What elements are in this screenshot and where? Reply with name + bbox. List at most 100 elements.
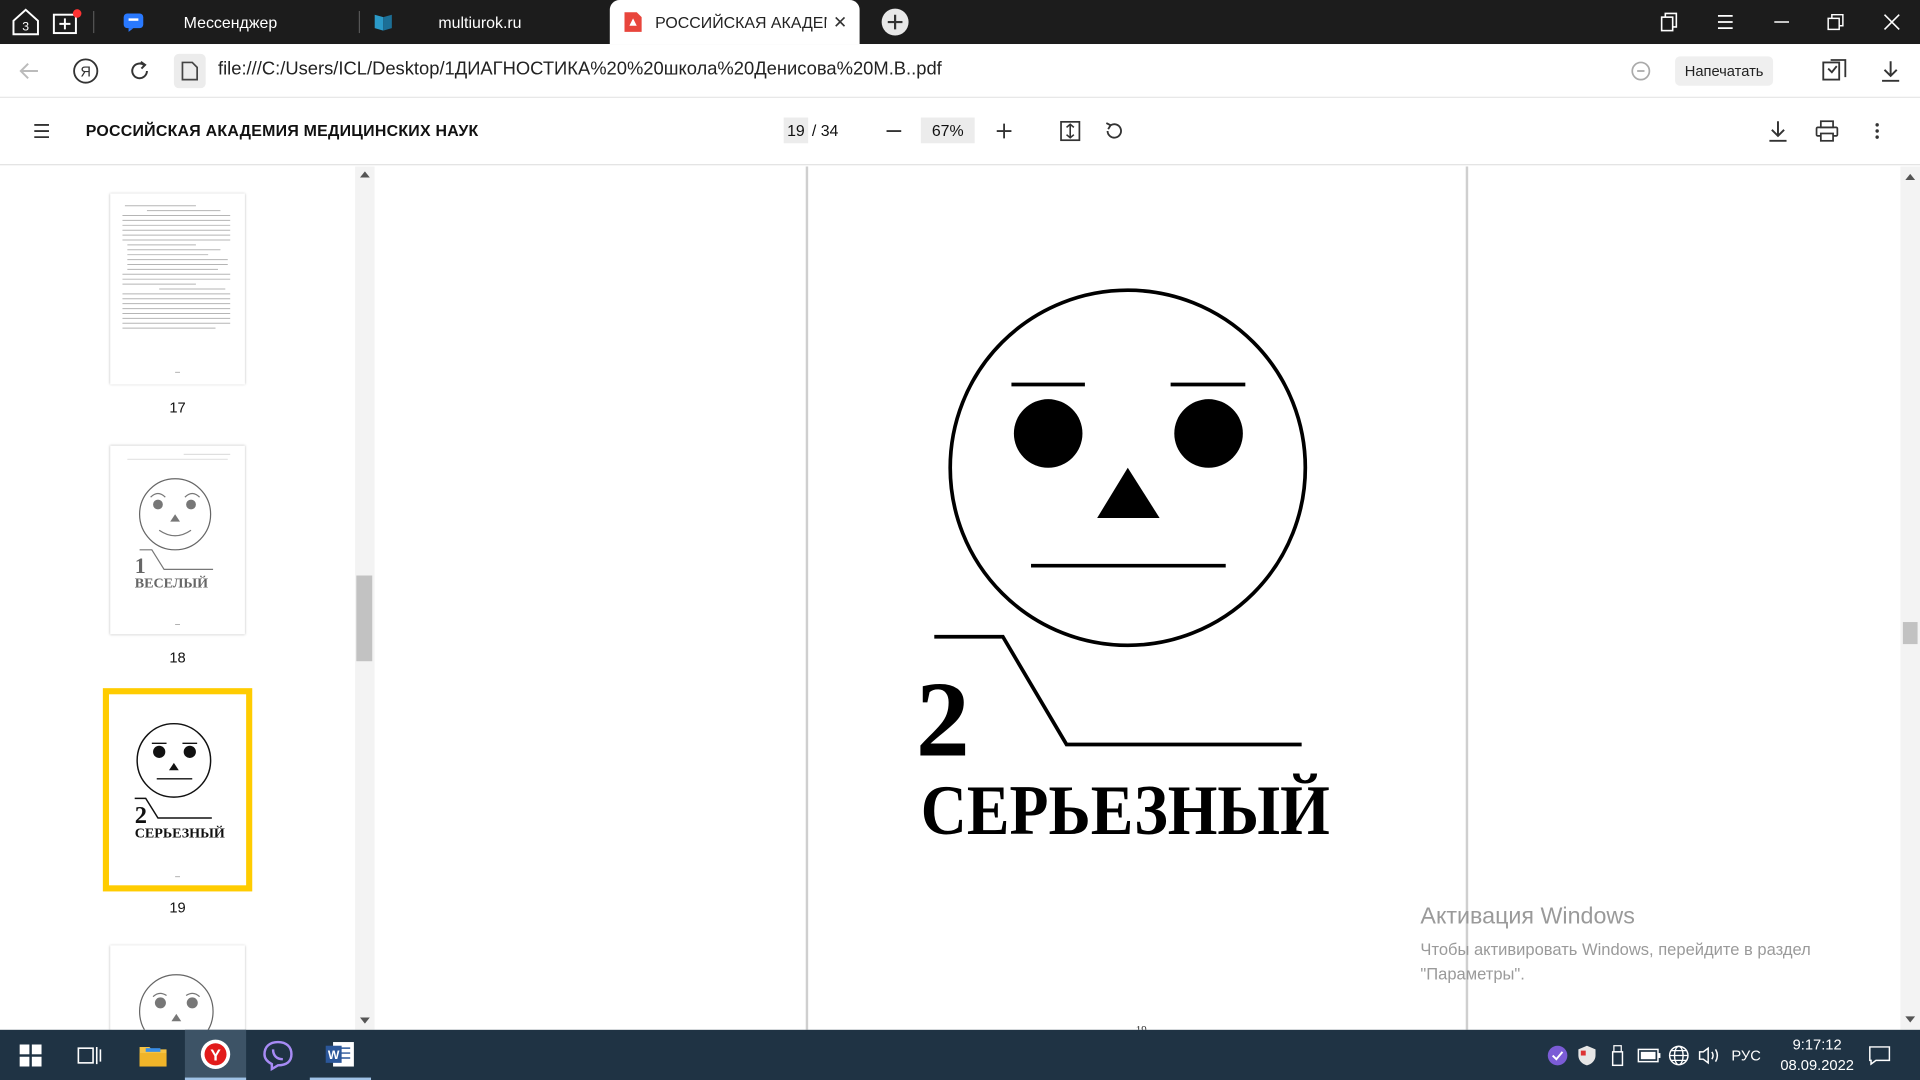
network-tray-icon[interactable] bbox=[1665, 1030, 1692, 1080]
battery-tray-icon[interactable] bbox=[1636, 1030, 1663, 1080]
start-button[interactable] bbox=[0, 1030, 61, 1080]
plus-circle-icon bbox=[881, 8, 909, 36]
download-icon bbox=[1882, 61, 1900, 82]
thumbnail-page-17[interactable] bbox=[110, 193, 245, 385]
page-number-input[interactable]: 19 bbox=[783, 117, 809, 144]
back-button[interactable] bbox=[12, 54, 46, 88]
scroll-up-arrow-icon[interactable] bbox=[360, 171, 370, 178]
more-options-button[interactable] bbox=[1860, 114, 1894, 148]
thumbnail-page-18[interactable]: 1 ВЕСЕЛЫЙ bbox=[110, 445, 245, 635]
svg-text:Y: Y bbox=[210, 1047, 221, 1064]
thumbnail-page-19[interactable]: 2 СЕРЬЕЗНЫЙ bbox=[110, 695, 245, 885]
word-button[interactable]: W bbox=[309, 1030, 372, 1080]
tab-groups-button[interactable]: 3 bbox=[7, 5, 44, 39]
viber-button[interactable] bbox=[247, 1030, 308, 1080]
thumbnail-sidebar: 17 1 ВЕСЕЛЫЙ 18 2 СЕРЬЕЗНЫЙ 19 bbox=[0, 166, 375, 1030]
zoom-out-button[interactable] bbox=[877, 114, 911, 148]
windows-activation-watermark: Активация Windows Чтобы активировать Win… bbox=[1420, 904, 1861, 987]
zoom-in-button[interactable] bbox=[987, 114, 1021, 148]
thumbnail-page-number: 19 bbox=[169, 898, 186, 916]
browser-tab-bar: 3 Мессенджер multiurok.ru РОССИЙСКАЯ АКА… bbox=[0, 0, 1920, 45]
address-bar: Я file:///C:/Users/ICL/Desktop/1ДИАГНОСТ… bbox=[0, 44, 1920, 98]
translate-button[interactable] bbox=[1817, 54, 1851, 88]
notifications-button[interactable] bbox=[1859, 1030, 1901, 1080]
fit-page-button[interactable] bbox=[1053, 114, 1087, 148]
close-icon bbox=[1883, 14, 1900, 30]
clock-time: 9:17:12 bbox=[1792, 1035, 1842, 1054]
screen: 3 Мессенджер multiurok.ru РОССИЙСКАЯ АКА… bbox=[0, 0, 1920, 1080]
hamburger-icon bbox=[34, 123, 49, 139]
thumbnail-scroll-thumb[interactable] bbox=[356, 575, 373, 662]
viber-icon bbox=[263, 1040, 293, 1071]
yandex-button[interactable]: Я bbox=[69, 54, 103, 88]
download-pdf-button[interactable] bbox=[1761, 114, 1795, 148]
thumbnail-scrollbar[interactable] bbox=[355, 166, 375, 1030]
tab-pdf-active[interactable]: РОССИЙСКАЯ АКАДЕМ ✕ bbox=[609, 0, 860, 45]
scroll-up-arrow-icon[interactable] bbox=[1905, 173, 1916, 181]
windows-logo-icon bbox=[19, 1043, 42, 1066]
yandex-browser-icon: Y bbox=[200, 1038, 231, 1069]
downloads-button[interactable] bbox=[1873, 54, 1907, 88]
tab-messenger[interactable]: Мессенджер bbox=[108, 0, 353, 44]
restore-button[interactable] bbox=[1807, 0, 1863, 44]
tab-label: РОССИЙСКАЯ АКАДЕМ bbox=[655, 12, 827, 32]
url-field[interactable]: file:///C:/Users/ICL/Desktop/1ДИАГНОСТИК… bbox=[218, 59, 942, 80]
arrow-left-icon bbox=[19, 62, 38, 80]
tab-label: multiurok.ru bbox=[438, 12, 522, 32]
svg-text:W: W bbox=[328, 1048, 340, 1062]
defender-tray-icon[interactable] bbox=[1545, 1030, 1569, 1080]
download-icon bbox=[1769, 121, 1787, 142]
reload-button[interactable] bbox=[122, 54, 156, 88]
print-page-button[interactable]: Напечатать bbox=[1675, 56, 1774, 86]
chat-button[interactable] bbox=[1624, 54, 1658, 88]
close-tab-icon[interactable]: ✕ bbox=[833, 12, 847, 33]
language-indicator[interactable]: РУС bbox=[1727, 1030, 1766, 1080]
bookmarks-icon bbox=[1822, 59, 1847, 81]
new-tab-group-button[interactable] bbox=[49, 5, 86, 39]
scroll-down-arrow-icon[interactable] bbox=[360, 1017, 370, 1024]
rotate-button[interactable] bbox=[1097, 114, 1131, 148]
left-eye bbox=[1013, 399, 1083, 468]
minus-icon bbox=[886, 130, 902, 132]
notification-icon bbox=[1869, 1045, 1891, 1065]
viewer-scroll-thumb[interactable] bbox=[1902, 622, 1918, 645]
system-clock[interactable]: 9:17:12 08.09.2022 bbox=[1768, 1035, 1866, 1077]
file-info-button[interactable] bbox=[173, 53, 206, 89]
reload-icon bbox=[131, 61, 148, 80]
minimize-button[interactable] bbox=[1753, 0, 1809, 44]
happy-face-preview: 1 ВЕСЕЛЫЙ bbox=[127, 453, 231, 625]
usb-tray-icon[interactable] bbox=[1607, 1030, 1629, 1080]
yandex-browser-button[interactable]: Y bbox=[184, 1029, 247, 1080]
thumbnail-page-number: 18 bbox=[169, 648, 186, 667]
minimize-icon bbox=[1774, 21, 1789, 23]
task-view-button[interactable] bbox=[59, 1030, 120, 1080]
thumbnail-caption-number: 1 bbox=[135, 553, 146, 578]
print-pdf-button[interactable] bbox=[1810, 114, 1844, 148]
printer-icon bbox=[1815, 120, 1839, 142]
collections-button[interactable] bbox=[1641, 0, 1697, 44]
security-tray-icon[interactable] bbox=[1575, 1030, 1599, 1080]
new-tab-button[interactable] bbox=[877, 5, 914, 39]
viewer-scrollbar[interactable] bbox=[1900, 166, 1920, 1030]
thumbnail-caption-word: СЕРЬЕЗНЫЙ bbox=[135, 825, 225, 842]
task-view-icon bbox=[77, 1046, 102, 1064]
document-title: РОССИЙСКАЯ АКАДЕМИЯ МЕДИЦИНСКИХ НАУК bbox=[85, 121, 479, 140]
add-page-icon bbox=[52, 9, 82, 35]
close-window-button[interactable] bbox=[1864, 0, 1920, 44]
document-icon bbox=[181, 61, 199, 81]
more-vertical-icon bbox=[1875, 123, 1879, 139]
messenger-icon bbox=[123, 13, 144, 32]
volume-tray-icon[interactable] bbox=[1695, 1030, 1724, 1080]
sidebar-toggle-button[interactable] bbox=[24, 114, 58, 148]
watermark-line: Чтобы активировать Windows, перейдите в … bbox=[1420, 940, 1811, 959]
thumbnail-page-20[interactable] bbox=[110, 945, 245, 1030]
scroll-down-arrow-icon[interactable] bbox=[1905, 1016, 1916, 1023]
file-explorer-button[interactable] bbox=[122, 1030, 183, 1080]
watermark-line: "Параметры". bbox=[1420, 964, 1525, 984]
menu-button[interactable] bbox=[1697, 0, 1753, 44]
restore-icon bbox=[1827, 13, 1844, 31]
tab-multiurok[interactable]: multiurok.ru bbox=[360, 0, 605, 44]
zoom-input[interactable]: 67% bbox=[920, 117, 975, 144]
battery-icon bbox=[1637, 1048, 1661, 1062]
page-total: / 34 bbox=[811, 121, 839, 140]
